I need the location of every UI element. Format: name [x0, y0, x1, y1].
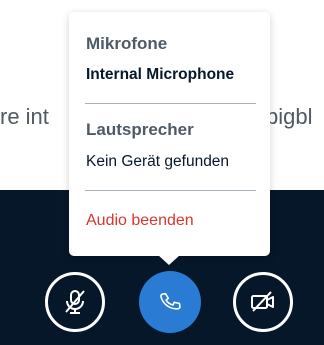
- video-button[interactable]: [233, 272, 293, 332]
- background-text-right: pigbl: [266, 104, 313, 129]
- popover-arrow: [158, 255, 180, 265]
- speaker-option-none[interactable]: Kein Gerät gefunden: [86, 153, 229, 171]
- microphone-option-internal[interactable]: Internal Microphone: [86, 66, 234, 84]
- audio-button[interactable]: [139, 271, 201, 333]
- speakers-heading: Lautsprecher: [86, 120, 194, 139]
- mute-button[interactable]: [45, 272, 105, 332]
- divider: [85, 190, 256, 191]
- divider: [85, 103, 256, 104]
- camera-off-icon: [251, 291, 274, 312]
- microphone-muted-icon: [65, 290, 85, 314]
- end-audio-button[interactable]: Audio beenden: [86, 212, 194, 230]
- background-text-left: re int: [0, 104, 49, 129]
- microphones-heading: Mikrofone: [86, 34, 168, 53]
- audio-settings-popover: Mikrofone Internal Microphone Lautsprech…: [69, 12, 270, 265]
- phone-icon: [160, 292, 181, 310]
